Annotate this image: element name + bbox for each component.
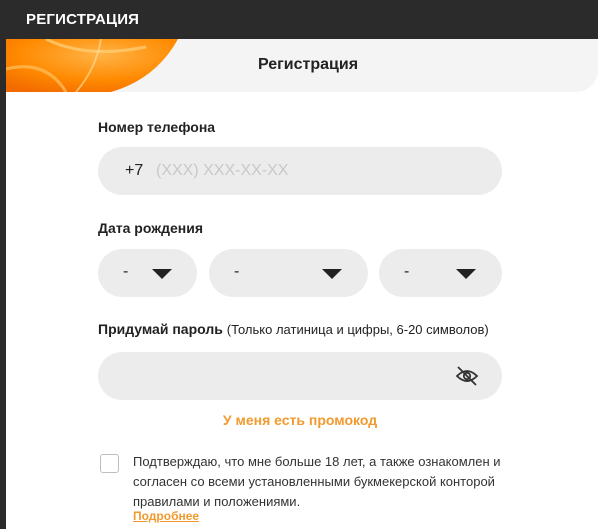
phone-label: Номер телефона (98, 119, 216, 135)
chevron-down-icon (456, 269, 476, 279)
phone-input[interactable] (156, 153, 476, 189)
panel-header: Регистрация (6, 39, 598, 92)
birth-month-select[interactable]: - (209, 249, 368, 297)
chevron-down-icon (152, 269, 172, 279)
consent-checkbox[interactable] (100, 454, 119, 473)
birth-day-select[interactable]: - (98, 249, 197, 297)
consent-text: Подтверждаю, что мне больше 18 лет, а та… (133, 454, 501, 509)
promo-code-link[interactable]: У меня есть промокод (6, 412, 594, 428)
password-hint: (Только латиница и цифры, 6-20 символов) (226, 322, 489, 337)
birth-month-value: - (234, 263, 240, 280)
birth-year-select[interactable]: - (379, 249, 502, 297)
password-label: Придумай пароль (Только латиница и цифры… (98, 321, 489, 337)
password-input[interactable] (120, 358, 440, 394)
password-field[interactable] (98, 352, 502, 400)
page-title: Регистрация (257, 56, 359, 73)
more-details-link[interactable]: Подробнее (133, 509, 199, 523)
birthdate-label: Дата рождения (98, 220, 204, 236)
eye-slash-icon[interactable] (455, 365, 479, 387)
registration-panel: Регистрация Номер телефона +7 Дата рожде… (6, 39, 598, 529)
chevron-down-icon (322, 269, 342, 279)
birth-year-value: - (404, 263, 410, 280)
password-label-text: Придумай пароль (98, 321, 223, 337)
birth-day-value: - (123, 263, 129, 280)
window-title: РЕГИСТРАЦИЯ (0, 0, 598, 39)
phone-country-code: +7 (125, 162, 144, 179)
phone-field[interactable]: +7 (98, 147, 502, 195)
